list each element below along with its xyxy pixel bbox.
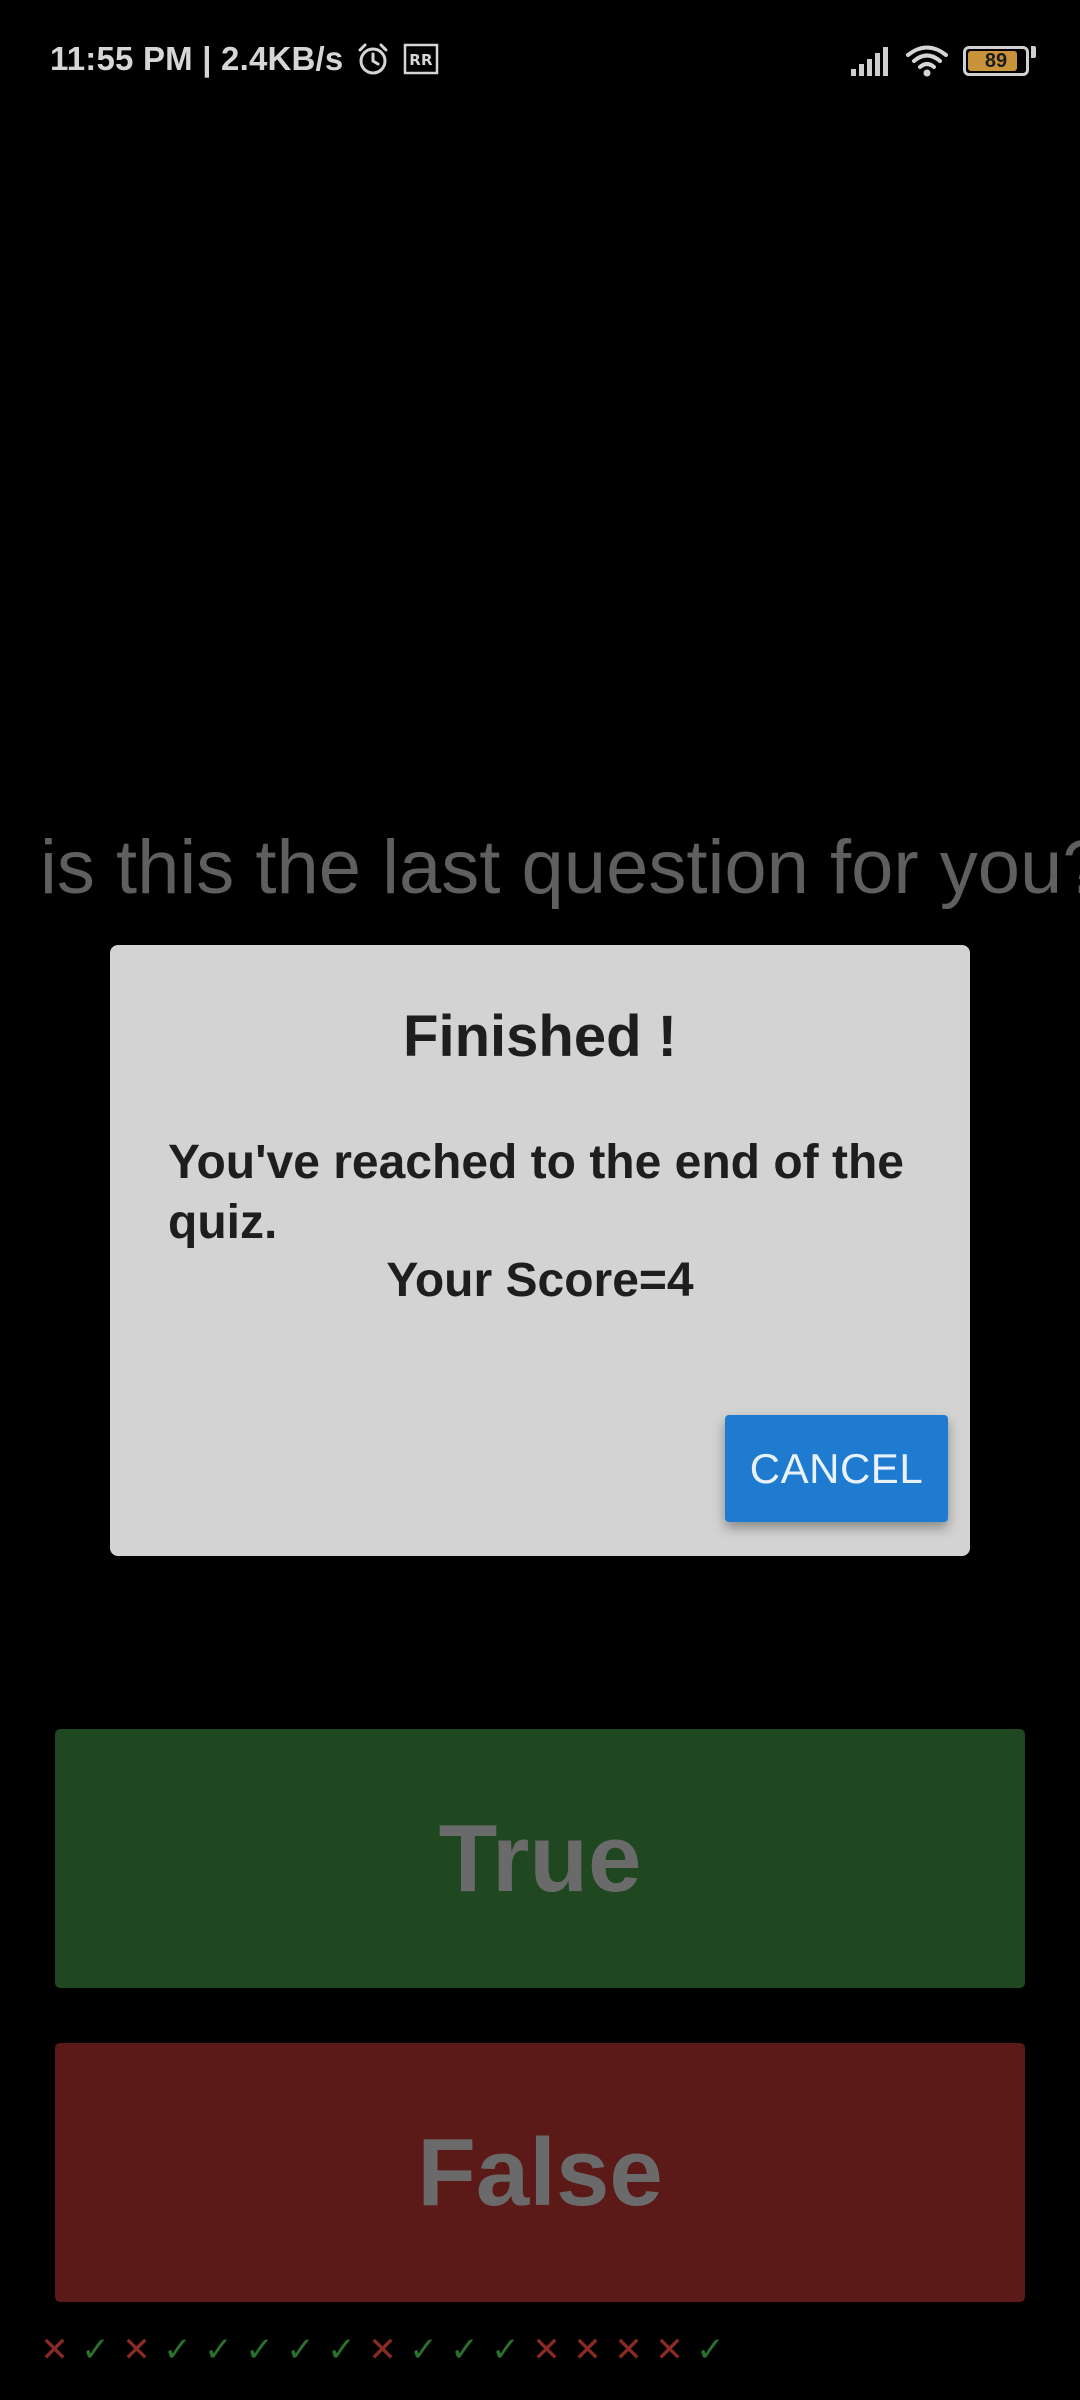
finished-dialog: Finished ! You've reached to the end of … bbox=[110, 945, 970, 1556]
dialog-message: You've reached to the end of the quiz. bbox=[168, 1136, 904, 1249]
dialog-title: Finished ! bbox=[403, 1004, 677, 1069]
quiz-screen: 11:55 PM | 2.4KB/s RR 89 is this the las… bbox=[0, 0, 1080, 2400]
dialog-score: Your Score=4 bbox=[386, 1254, 694, 1307]
cancel-button[interactable]: CANCEL bbox=[725, 1415, 948, 1522]
